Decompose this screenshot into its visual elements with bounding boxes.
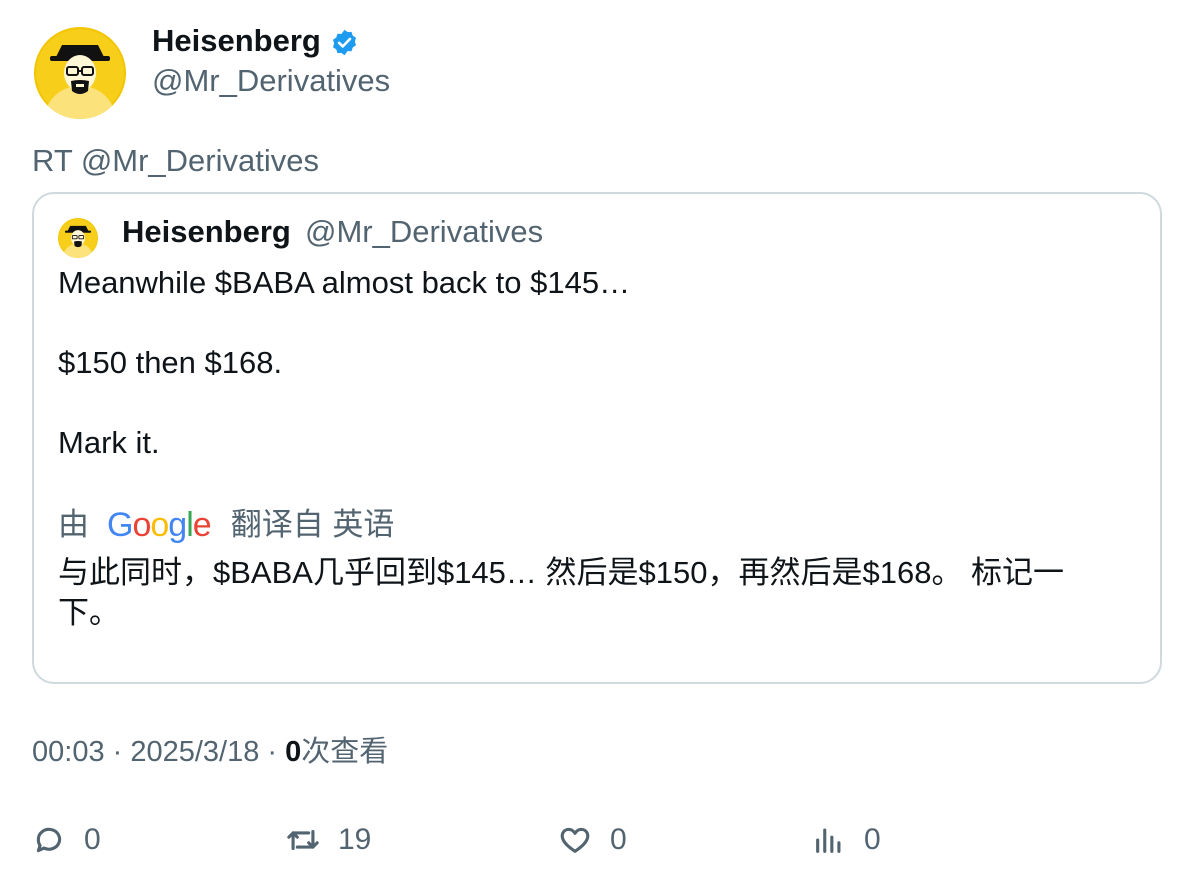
views-button[interactable]: 0 [812, 820, 881, 860]
retweet-button[interactable]: 19 [286, 820, 371, 860]
reply-button[interactable]: 0 [32, 820, 101, 860]
like-button[interactable]: 0 [558, 820, 627, 860]
author-display-name[interactable]: Heisenberg [152, 22, 359, 60]
tweet-time[interactable]: 00:03 [32, 736, 105, 768]
view-label: 次查看 [301, 736, 389, 768]
reply-count: 0 [84, 823, 101, 856]
retweet-icon [287, 829, 319, 851]
quoted-handle: @Mr_Derivatives [305, 214, 544, 249]
retweet-text: RT @Mr_Derivatives [32, 143, 319, 178]
translation-attribution: 由 Google 翻译自 英语 [58, 506, 394, 544]
meta-separator: · [259, 736, 286, 768]
like-count: 0 [610, 823, 627, 856]
quoted-text-line-3: Mark it. [58, 425, 160, 460]
quoted-author-avatar [58, 218, 98, 258]
author-avatar[interactable] [34, 27, 126, 119]
views-count: 0 [864, 823, 881, 856]
quoted-text-line-1: Meanwhile $BABA almost back to $145… [58, 265, 631, 300]
author-name-text: Heisenberg [152, 23, 321, 58]
heart-icon [560, 827, 590, 853]
heisenberg-avatar-image [34, 27, 126, 119]
views-chart-icon [816, 828, 841, 853]
heisenberg-avatar-image [58, 218, 98, 258]
translation-suffix: 翻译自 英语 [230, 507, 395, 542]
author-handle[interactable]: @Mr_Derivatives [152, 62, 390, 100]
quoted-text-line-2: $150 then $168. [58, 345, 283, 380]
google-logo: Google [107, 506, 212, 544]
reply-icon [36, 827, 62, 853]
view-count: 0 [285, 736, 302, 768]
tweet-date[interactable]: 2025/3/18 [130, 736, 259, 768]
translation-prefix: 由 [58, 507, 89, 542]
quoted-display-name: Heisenberg [122, 214, 291, 249]
retweet-count: 19 [338, 823, 372, 856]
tweet-meta: 00:03 · 2025/3/18 · 0次查看 [32, 733, 388, 771]
verified-badge-icon [332, 29, 356, 55]
translated-text: 与此同时，$BABA几乎回到$145… 然后是$150，再然后是$168。 标记… [58, 555, 1065, 630]
meta-separator: · [104, 736, 131, 768]
